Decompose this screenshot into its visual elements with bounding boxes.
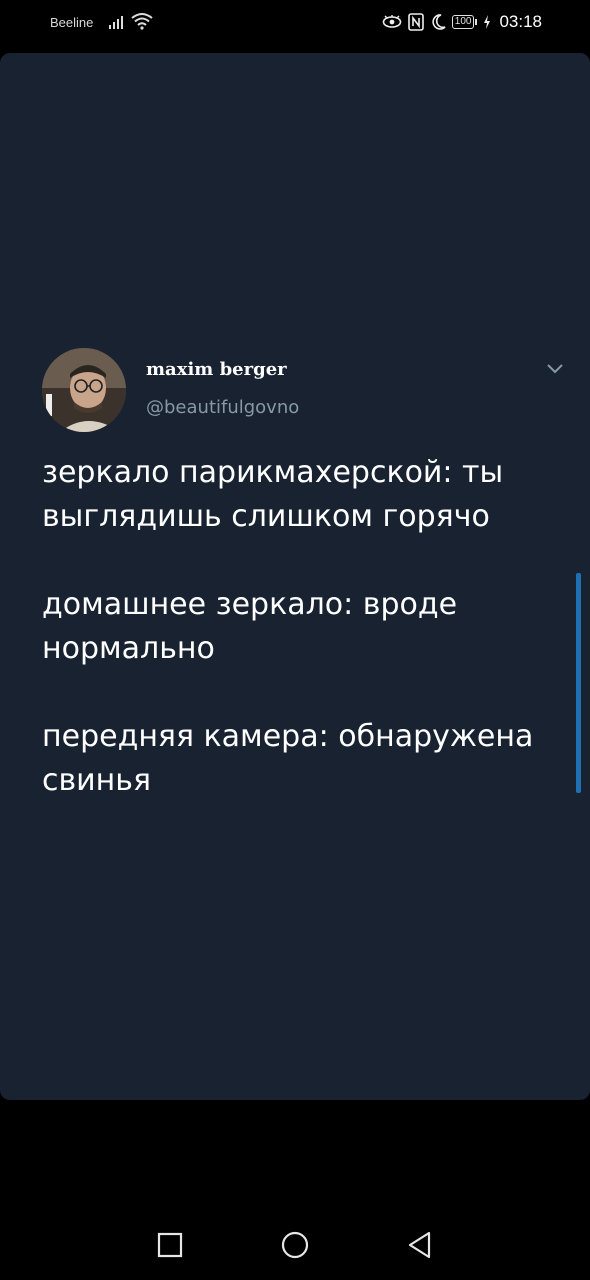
tweet-text: зеркало парикмахерской: ты выглядишь сли…: [42, 451, 562, 847]
tweet-paragraph: зеркало парикмахерской: ты выглядишь сли…: [42, 455, 504, 534]
tweet-card: maxim berger @beautifulgovno зеркало пар…: [0, 53, 590, 1100]
recent-apps-icon[interactable]: [155, 1230, 185, 1260]
eye-icon: [382, 15, 402, 28]
navigation-bar: [0, 1200, 590, 1280]
clock: 03:18: [499, 12, 542, 31]
back-icon[interactable]: [405, 1230, 435, 1260]
signal-icon: [109, 16, 123, 29]
tweet-paragraph: домашнее зеркало: вроде нормально: [42, 587, 458, 666]
battery-level: 100: [451, 15, 475, 29]
nfc-icon: [407, 13, 424, 31]
tweet-paragraph: передняя камера: обнаружена свинья: [42, 719, 534, 798]
status-bar: Beeline 100 03:18: [0, 0, 590, 46]
user-handle[interactable]: @beautifulgovno: [146, 397, 299, 418]
home-icon[interactable]: [280, 1230, 310, 1260]
scrollbar[interactable]: [576, 573, 581, 793]
status-icons-right: 100 03:18: [382, 12, 542, 32]
charging-icon: [484, 15, 491, 29]
chevron-down-icon[interactable]: [546, 363, 564, 375]
carrier-label: Beeline: [50, 15, 94, 30]
battery-icon: 100: [451, 15, 478, 29]
wifi-icon: [131, 13, 153, 30]
moon-icon: [432, 14, 446, 30]
avatar-photo: [42, 348, 126, 432]
display-name[interactable]: maxim berger: [146, 359, 287, 380]
avatar[interactable]: [42, 348, 126, 432]
